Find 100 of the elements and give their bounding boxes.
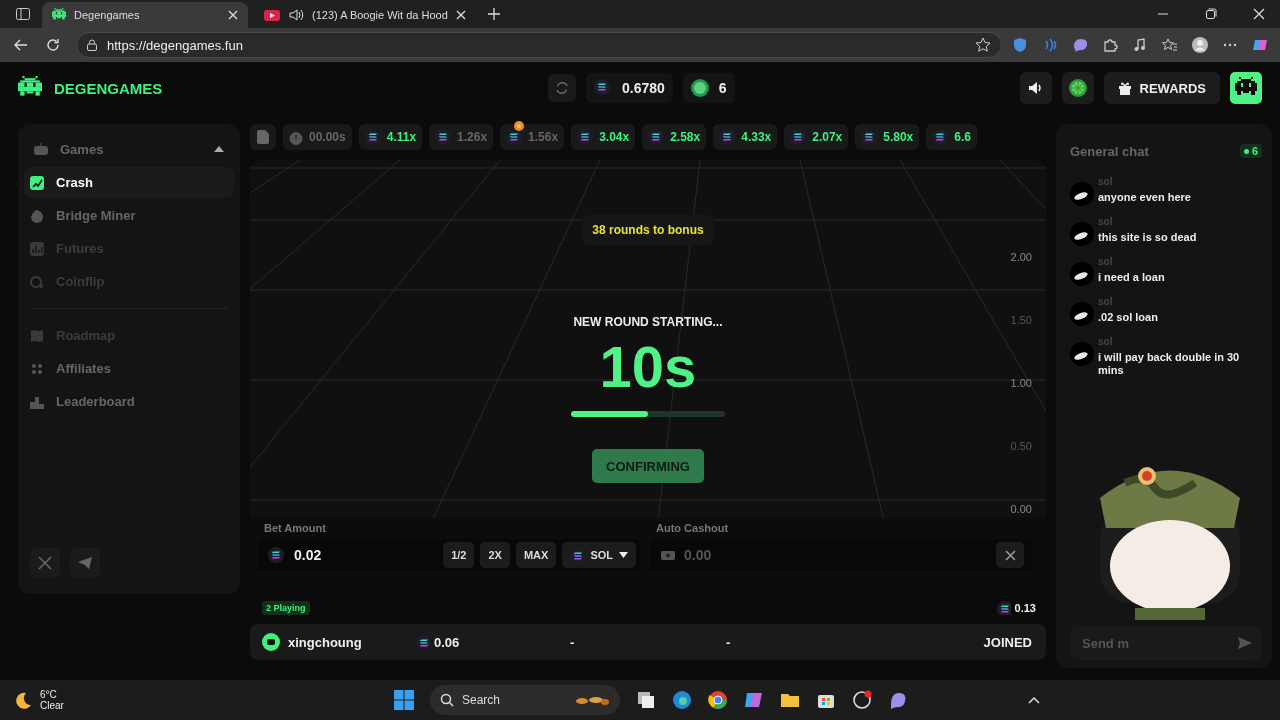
gift-icon: [1117, 81, 1132, 95]
online-dot-icon: [1243, 148, 1249, 154]
caret-icon: [214, 146, 224, 152]
assistant-icon[interactable]: [744, 690, 764, 710]
field-label: Auto Cashout: [655, 521, 730, 536]
start-icon[interactable]: [394, 690, 414, 710]
x-link-button[interactable]: [30, 548, 60, 578]
sidebar-toggle-icon[interactable]: [16, 8, 30, 20]
total-bet: 0.13: [1014, 602, 1036, 614]
player-avatar-icon: [262, 633, 280, 651]
browser-icon[interactable]: [672, 690, 692, 710]
coin-icon: [506, 129, 523, 145]
coin-icon: [594, 79, 612, 97]
coin-icon: [648, 129, 665, 145]
map-icon: [30, 328, 44, 343]
new-tab-icon[interactable]: [487, 8, 500, 20]
sound-button[interactable]: [1019, 72, 1052, 104]
stopwatch-icon: [289, 129, 303, 145]
close-icon: [1004, 549, 1016, 561]
currency-dropdown[interactable]: SOL: [562, 542, 636, 568]
chat-message: i will pay back double in 30 mins: [1098, 351, 1241, 377]
axis-label: 0.50: [1010, 439, 1032, 454]
maximize-icon[interactable]: [1205, 8, 1217, 20]
axis-label: 1.50: [1010, 313, 1032, 328]
back-icon[interactable]: [14, 39, 28, 51]
reload-icon[interactable]: [46, 38, 60, 52]
browser-tab[interactable]: Degengames: [42, 2, 248, 28]
coin-icon: [790, 129, 807, 145]
timer-chip: 00.00s: [283, 124, 352, 150]
avatar-button[interactable]: [1230, 72, 1262, 104]
user-avatar-icon: [1070, 302, 1094, 326]
cash-icon: [660, 548, 676, 562]
moon-icon: [14, 691, 32, 709]
coin-icon: [268, 547, 284, 563]
countdown: 10s: [599, 337, 697, 397]
fruit-button[interactable]: [1061, 72, 1094, 104]
favorites-icon[interactable]: [1162, 37, 1178, 53]
history-button[interactable]: [250, 124, 276, 150]
player-name: xingchoung: [288, 634, 363, 650]
speaker-icon: [1027, 81, 1044, 95]
task-view-icon[interactable]: [636, 690, 656, 710]
profile-icon[interactable]: [1192, 37, 1208, 53]
multiplier-chip[interactable]: 5.80x: [855, 124, 920, 150]
drop-icon: [30, 208, 44, 223]
star-icon[interactable]: [975, 37, 991, 53]
taskbar-search[interactable]: Search: [430, 685, 620, 715]
coin-icon: [577, 129, 594, 145]
auto-cashout-field[interactable]: 0.00: [650, 539, 1032, 571]
table-cell: -: [726, 634, 731, 650]
online-count: 6: [1239, 144, 1262, 158]
chat-message: this site is so dead: [1098, 231, 1197, 244]
tab-title: Degengames: [74, 9, 141, 21]
browser-tab[interactable]: (123) A Boogie Wit da Hood: [254, 2, 476, 28]
rewards-button[interactable]: REWARDS: [1103, 72, 1220, 104]
bet-amount-field[interactable]: 0.02 1/2 2X MAX SOL: [258, 539, 640, 571]
x-logo-icon: [38, 556, 52, 570]
close-icon[interactable]: [1253, 8, 1265, 20]
message-input[interactable]: Send m: [1080, 634, 1238, 652]
players-count-badge: 2 Playing: [262, 601, 310, 615]
shield-icon[interactable]: [1012, 37, 1028, 53]
temperature: 6°C: [40, 689, 58, 700]
clear-button[interactable]: [996, 542, 1024, 568]
copilot-icon[interactable]: [1252, 37, 1268, 53]
wave-icon[interactable]: [1042, 37, 1058, 53]
bet-adjust-button[interactable]: MAX: [515, 542, 557, 568]
site-icon: [52, 8, 66, 22]
bet-adjust-button[interactable]: 2X: [480, 542, 510, 568]
axis-label: 1.00: [1010, 376, 1032, 391]
player-bet: 0.06: [434, 634, 460, 650]
bet-adjust-button[interactable]: 1/2: [443, 542, 475, 568]
lime-icon: [1068, 79, 1087, 97]
refresh-button[interactable]: [548, 74, 576, 102]
telegram-button[interactable]: [70, 548, 100, 578]
axis-label: 0.00: [1010, 502, 1032, 517]
search-icon: [440, 693, 454, 707]
globe-icon[interactable]: [708, 690, 728, 710]
address-bar[interactable]: https://degengames.fun: [76, 32, 1002, 58]
multiplier-chip[interactable]: 6.6: [926, 124, 977, 150]
music-note-icon[interactable]: [1132, 37, 1148, 53]
caret-icon: [619, 552, 628, 558]
close-icon[interactable]: [228, 10, 238, 20]
user-avatar-icon: [1070, 222, 1094, 246]
bonus-badge: 38 rounds to bonus: [582, 215, 714, 245]
multiplier-chip[interactable]: 2.07x: [784, 124, 849, 150]
podium-icon: [30, 394, 44, 409]
coin-icon: [932, 129, 949, 145]
coin-icon: [364, 129, 381, 145]
multiplier-chip[interactable]: 4.33x: [713, 124, 778, 150]
chat-title: General chat: [1070, 143, 1149, 159]
caret-icon[interactable]: [1028, 696, 1040, 704]
multiplier-chip[interactable]: 4.11x: [358, 124, 423, 150]
coin-icon: [416, 635, 430, 649]
refresh-icon: [555, 81, 569, 95]
sidebar-item[interactable]: Crash: [24, 167, 234, 198]
puzzle-icon[interactable]: [1102, 37, 1118, 53]
multiplier-chip[interactable]: 3.04x: [571, 124, 636, 150]
multiplier-chip[interactable]: 2.58x: [642, 124, 707, 150]
chat-input[interactable]: Send m: [1070, 626, 1262, 660]
cashout-input[interactable]: 0.00: [682, 546, 990, 564]
close-icon[interactable]: [455, 10, 466, 20]
